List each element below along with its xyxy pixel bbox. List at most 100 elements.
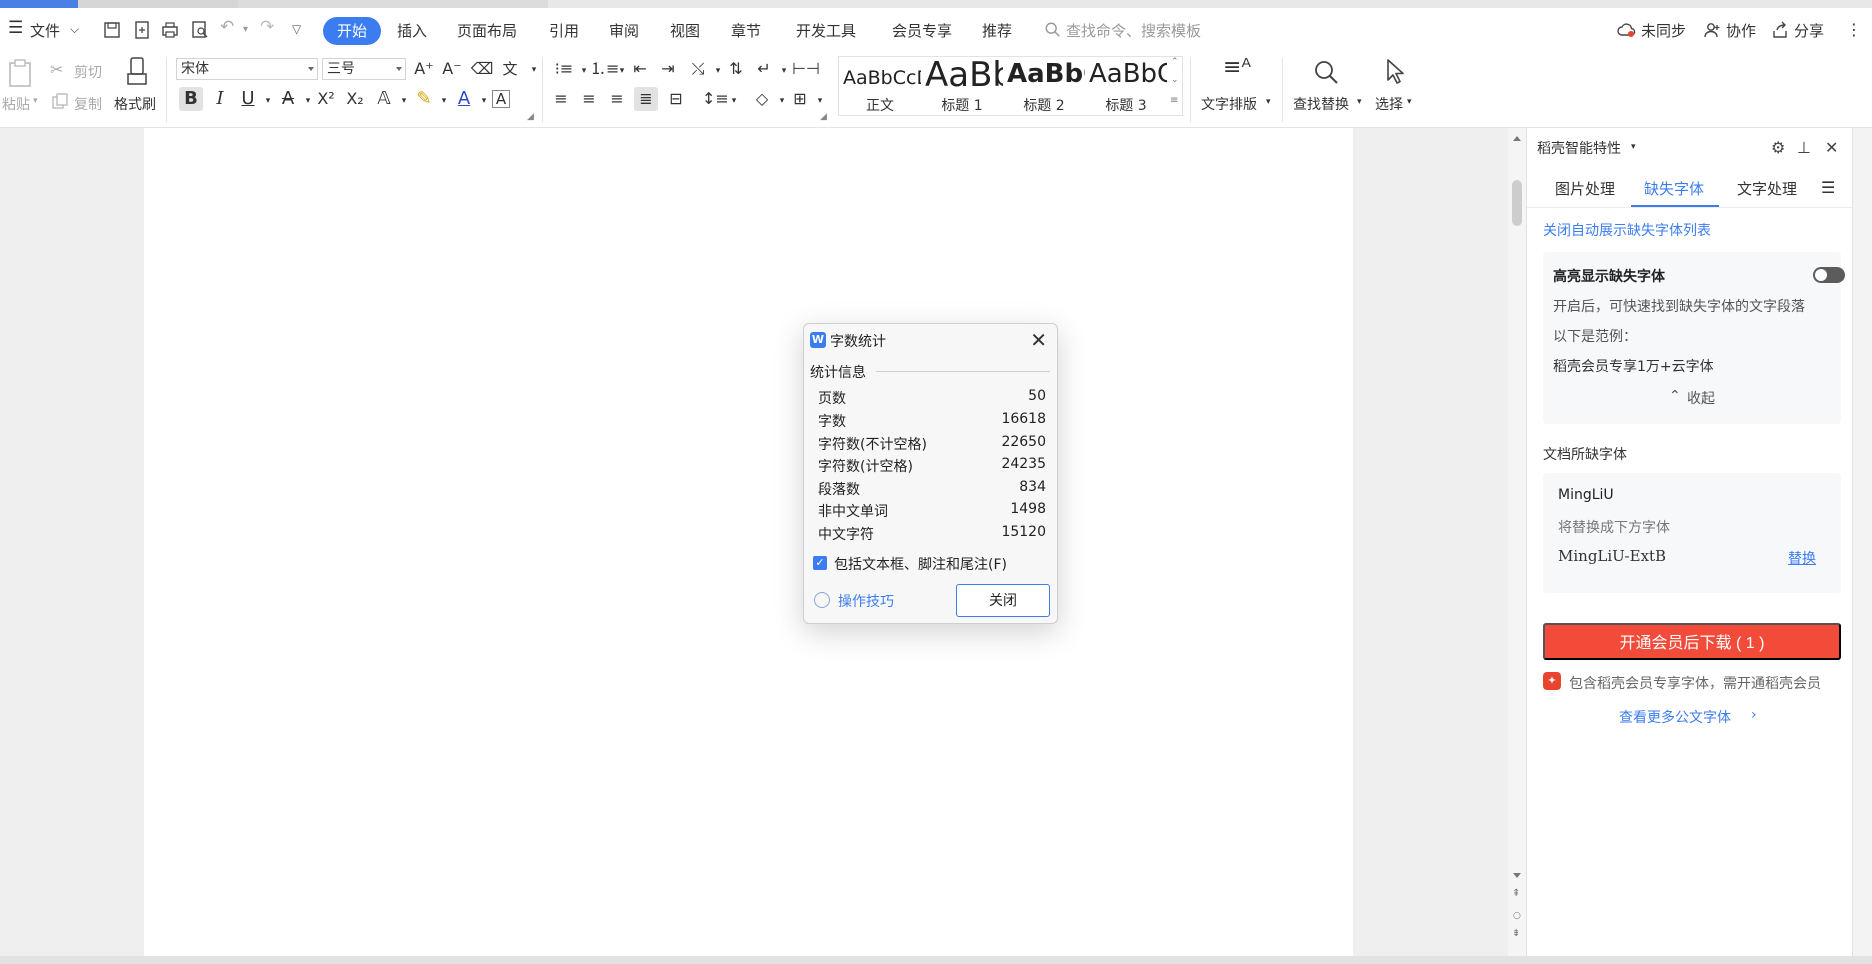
include-textboxes-label[interactable]: 包括文本框、脚注和尾注(F) [834,554,1007,574]
borders-dropdown-icon[interactable]: ▾ [808,89,832,113]
chevron-right-icon[interactable]: › [1751,707,1757,723]
grow-font-icon[interactable]: A⁺ [412,57,436,81]
print-preview-icon[interactable] [190,20,210,40]
menu-icon[interactable]: ☰ [1821,178,1835,197]
shrink-font-icon[interactable]: A⁻ [440,57,464,81]
scroll-up-icon[interactable] [1513,136,1521,141]
format-painter-button[interactable]: 格式刷 [114,94,156,114]
export-pdf-icon[interactable] [132,20,152,40]
style-heading-2[interactable]: AaBbC 标题 2 [1003,57,1085,115]
chevron-up-icon[interactable]: ⌃ [1669,388,1681,404]
find-replace-dropdown-icon[interactable]: ▾ [1357,97,1362,107]
panel-title[interactable]: 稻壳智能特性 [1537,138,1621,158]
font-dialog-launcher-icon[interactable]: ◢ [527,112,534,122]
customize-quick-access-icon[interactable]: ▽ [292,22,301,36]
font-size-select[interactable]: 三号 [322,58,406,80]
tab-insert[interactable]: 插入 [397,20,427,41]
horizontal-scrollbar[interactable] [0,956,1872,964]
text-layout-dropdown-icon[interactable]: ▾ [1266,97,1271,107]
document-page[interactable] [144,128,1353,956]
copy-icon[interactable] [51,92,69,110]
style-heading-1[interactable]: AaBb 标题 1 [921,57,1003,115]
include-textboxes-checkbox[interactable]: ✓ [813,556,827,570]
paragraph-dialog-launcher-icon[interactable]: ◢ [820,112,827,122]
chevron-down-icon[interactable]: ▾ [1631,142,1636,152]
close-button[interactable]: 关闭 [956,584,1050,617]
text-layout-button[interactable]: 文字排版 [1201,94,1257,114]
doc-tab-strip-2[interactable] [238,0,548,8]
justify-icon[interactable]: ≣ [634,87,658,111]
tab-image-processing[interactable]: 图片处理 [1555,178,1615,199]
share-button[interactable]: 分享 [1794,20,1824,41]
sort-icon[interactable]: ⇅ [724,57,748,81]
tips-link[interactable]: 操作技巧 [838,591,894,611]
clear-format-icon[interactable]: ⌫ [470,57,494,81]
phonetic-guide-icon[interactable]: 文 [498,57,522,81]
close-auto-list-link[interactable]: 关闭自动展示缺失字体列表 [1543,220,1711,240]
tab-page-layout[interactable]: 页面布局 [457,20,517,41]
command-search-input[interactable]: 查找命令、搜索模板 [1066,20,1201,41]
scroll-down-icon[interactable] [1513,873,1521,878]
next-page-icon[interactable]: ⇟ [1512,928,1520,939]
style-heading-3[interactable]: AaBbC 标题 3 [1085,57,1167,115]
sync-status[interactable]: 未同步 [1641,20,1686,41]
doc-tab-strip[interactable] [78,0,238,8]
align-center-icon[interactable]: ≡ [577,87,601,111]
tab-member[interactable]: 会员专享 [892,20,952,41]
find-replace-icon[interactable] [1312,58,1340,86]
char-border-icon[interactable]: A [492,90,510,108]
chevron-down-icon[interactable]: ⌵ [70,22,79,37]
select-browse-object-icon[interactable]: ○ [1513,911,1521,921]
tab-text-processing[interactable]: 文字处理 [1737,178,1797,199]
cut-button[interactable]: 剪切 [74,62,102,82]
tab-developer[interactable]: 开发工具 [796,20,856,41]
tab-stops-icon[interactable]: ⊢⊣ [792,57,820,81]
pin-icon[interactable]: ⊥ [1797,138,1811,157]
gallery-scroll-up-icon[interactable]: ⌃ [1171,57,1179,67]
highlight-toggle[interactable] [1813,267,1845,283]
redo-icon[interactable]: ↷ [260,17,274,37]
select-pointer-icon[interactable] [1382,58,1408,86]
style-normal[interactable]: AaBbCcDd 正文 [839,57,921,115]
tab-review[interactable]: 审阅 [609,20,639,41]
undo-dropdown-icon[interactable]: ▾ [243,24,248,35]
replace-link[interactable]: 替换 [1788,548,1816,568]
copy-button[interactable]: 复制 [74,94,102,114]
member-download-button[interactable]: 开通会员后下载 ( 1 ) [1543,623,1841,660]
format-painter-icon[interactable] [124,56,150,88]
distributed-align-icon[interactable]: ⊟ [664,87,688,111]
paste-button[interactable]: 粘贴 [2,94,30,114]
italic-icon[interactable]: I [208,87,232,111]
tab-missing-fonts[interactable]: 缺失字体 [1644,178,1704,199]
select-button[interactable]: 选择 [1375,94,1403,114]
increase-indent-icon[interactable]: ⇥ [656,57,680,81]
select-dropdown-icon[interactable]: ▾ [1407,97,1412,107]
align-left-icon[interactable]: ≡ [549,87,573,111]
save-icon[interactable] [102,20,122,40]
more-official-fonts-link[interactable]: 查看更多公文字体 [1619,707,1731,727]
close-icon[interactable]: ✕ [1030,328,1047,352]
tab-references[interactable]: 引用 [549,20,579,41]
active-doc-tab-indicator[interactable] [0,0,78,8]
paste-dropdown-icon[interactable]: ▾ [33,96,38,106]
text-layout-icon[interactable]: ≡ᴬ [1222,56,1252,86]
font-name-select[interactable]: 宋体 [176,58,318,80]
tab-view[interactable]: 视图 [670,20,700,41]
vertical-scrollbar[interactable]: ⇞ ○ ⇟ [1508,128,1526,956]
settings-gear-icon[interactable]: ⚙ [1771,138,1785,157]
tab-home[interactable]: 开始 [323,17,382,45]
collaborate-button[interactable]: 协作 [1726,20,1756,41]
subscript-icon[interactable]: X₂ [343,87,367,111]
decrease-indent-icon[interactable]: ⇤ [628,57,652,81]
superscript-icon[interactable]: X² [314,87,338,111]
bold-icon[interactable]: B [179,87,203,111]
more-options-icon[interactable]: ⋮ [1846,20,1862,39]
prev-page-icon[interactable]: ⇞ [1512,888,1520,899]
undo-icon[interactable]: ↶ [220,17,234,37]
tab-recommend[interactable]: 推荐 [982,20,1012,41]
collapse-button[interactable]: 收起 [1687,388,1715,408]
align-right-icon[interactable]: ≡ [605,87,629,111]
file-menu[interactable]: 文件 [30,20,60,41]
close-icon[interactable]: ✕ [1825,138,1838,157]
gallery-expand-icon[interactable]: ≡ [1170,95,1178,106]
